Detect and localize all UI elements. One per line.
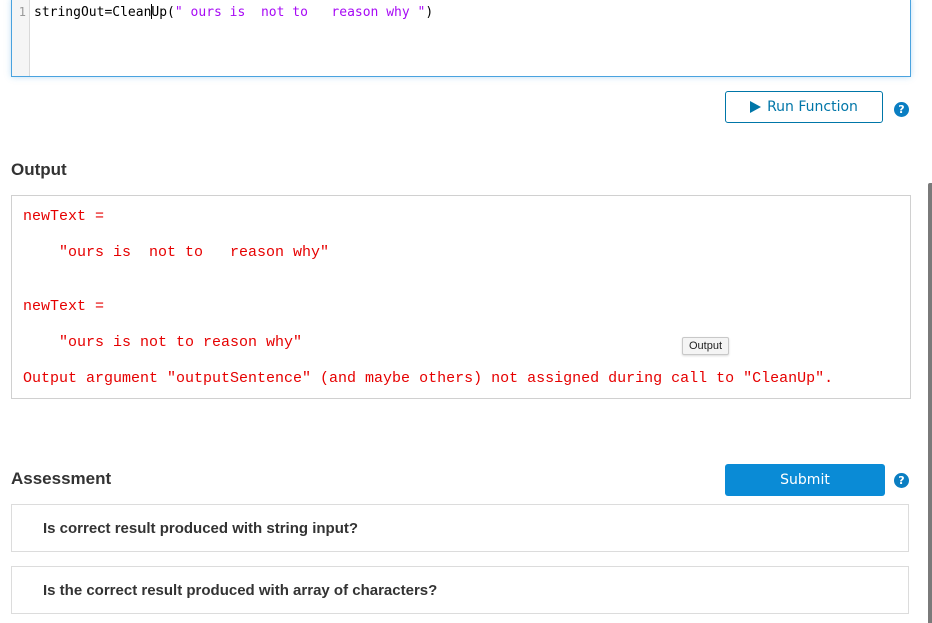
code-editor[interactable]: 1 stringOut=CleanUp(" ours is not to rea… [11, 0, 911, 77]
output-line: "ours is not to reason why" [23, 244, 330, 261]
output-heading: Output [11, 160, 67, 179]
editor-gutter: 1 [12, 0, 30, 76]
assessment-heading: Assessment [11, 469, 112, 488]
run-function-label: Run Function [767, 99, 858, 115]
output-line: newText = [23, 208, 105, 225]
line-number: 1 [18, 5, 26, 19]
code-string-literal: " ours is not to reason why " [174, 5, 426, 20]
output-line: newText = [23, 298, 105, 315]
code-suffix: ) [425, 5, 434, 20]
run-function-button[interactable]: Run Function [725, 91, 883, 123]
output-line: "ours is not to reason why" [23, 334, 303, 351]
assessment-item-label: Is correct result produced with string i… [43, 519, 359, 537]
play-icon [750, 101, 762, 113]
assessment-item[interactable]: Is correct result produced with string i… [11, 504, 909, 552]
assessment-item[interactable]: Is the correct result produced with arra… [11, 566, 909, 614]
scrollbar[interactable] [928, 183, 932, 623]
code-text-after-caret: Up( [151, 5, 175, 20]
help-icon[interactable]: ? [894, 473, 909, 488]
help-icon[interactable]: ? [894, 102, 909, 117]
output-tooltip: Output [682, 337, 730, 355]
assessment-item-label: Is the correct result produced with arra… [43, 581, 438, 599]
error-message: Output argument "outputSentence" (and ma… [23, 370, 834, 387]
output-panel: newText = "ours is not to reason why" ne… [11, 195, 911, 399]
submit-button[interactable]: Submit [725, 464, 885, 496]
code-text: stringOut=Clean [34, 5, 152, 20]
code-line[interactable]: stringOut=CleanUp(" ours is not to reaso… [34, 4, 433, 20]
